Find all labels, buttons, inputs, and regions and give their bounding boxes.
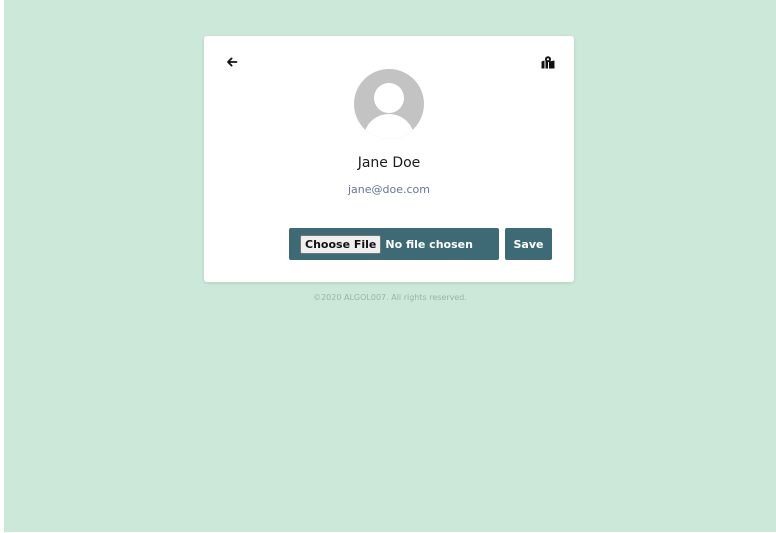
profile-card: Jane Doe jane@doe.com Choose File No fil… [204, 36, 574, 282]
user-name: Jane Doe [357, 155, 421, 171]
map-button[interactable] [538, 52, 558, 72]
avatar [354, 69, 424, 139]
footer-copyright: ©2020 ALGOL007. All rights reserved. [313, 293, 467, 302]
choose-file-button[interactable]: Choose File [300, 234, 382, 254]
save-button[interactable]: Save [505, 228, 552, 260]
arrow-left-icon [227, 57, 238, 67]
default-user-avatar-icon [364, 83, 414, 139]
back-button[interactable] [222, 52, 242, 72]
user-email: jane@doe.com [347, 183, 430, 196]
file-status-text: No file chosen [385, 237, 473, 251]
file-upload-input[interactable]: Choose File No file chosen [289, 228, 499, 260]
page-background: Jane Doe jane@doe.com Choose File No fil… [4, 0, 776, 532]
map-marked-icon [541, 55, 555, 68]
